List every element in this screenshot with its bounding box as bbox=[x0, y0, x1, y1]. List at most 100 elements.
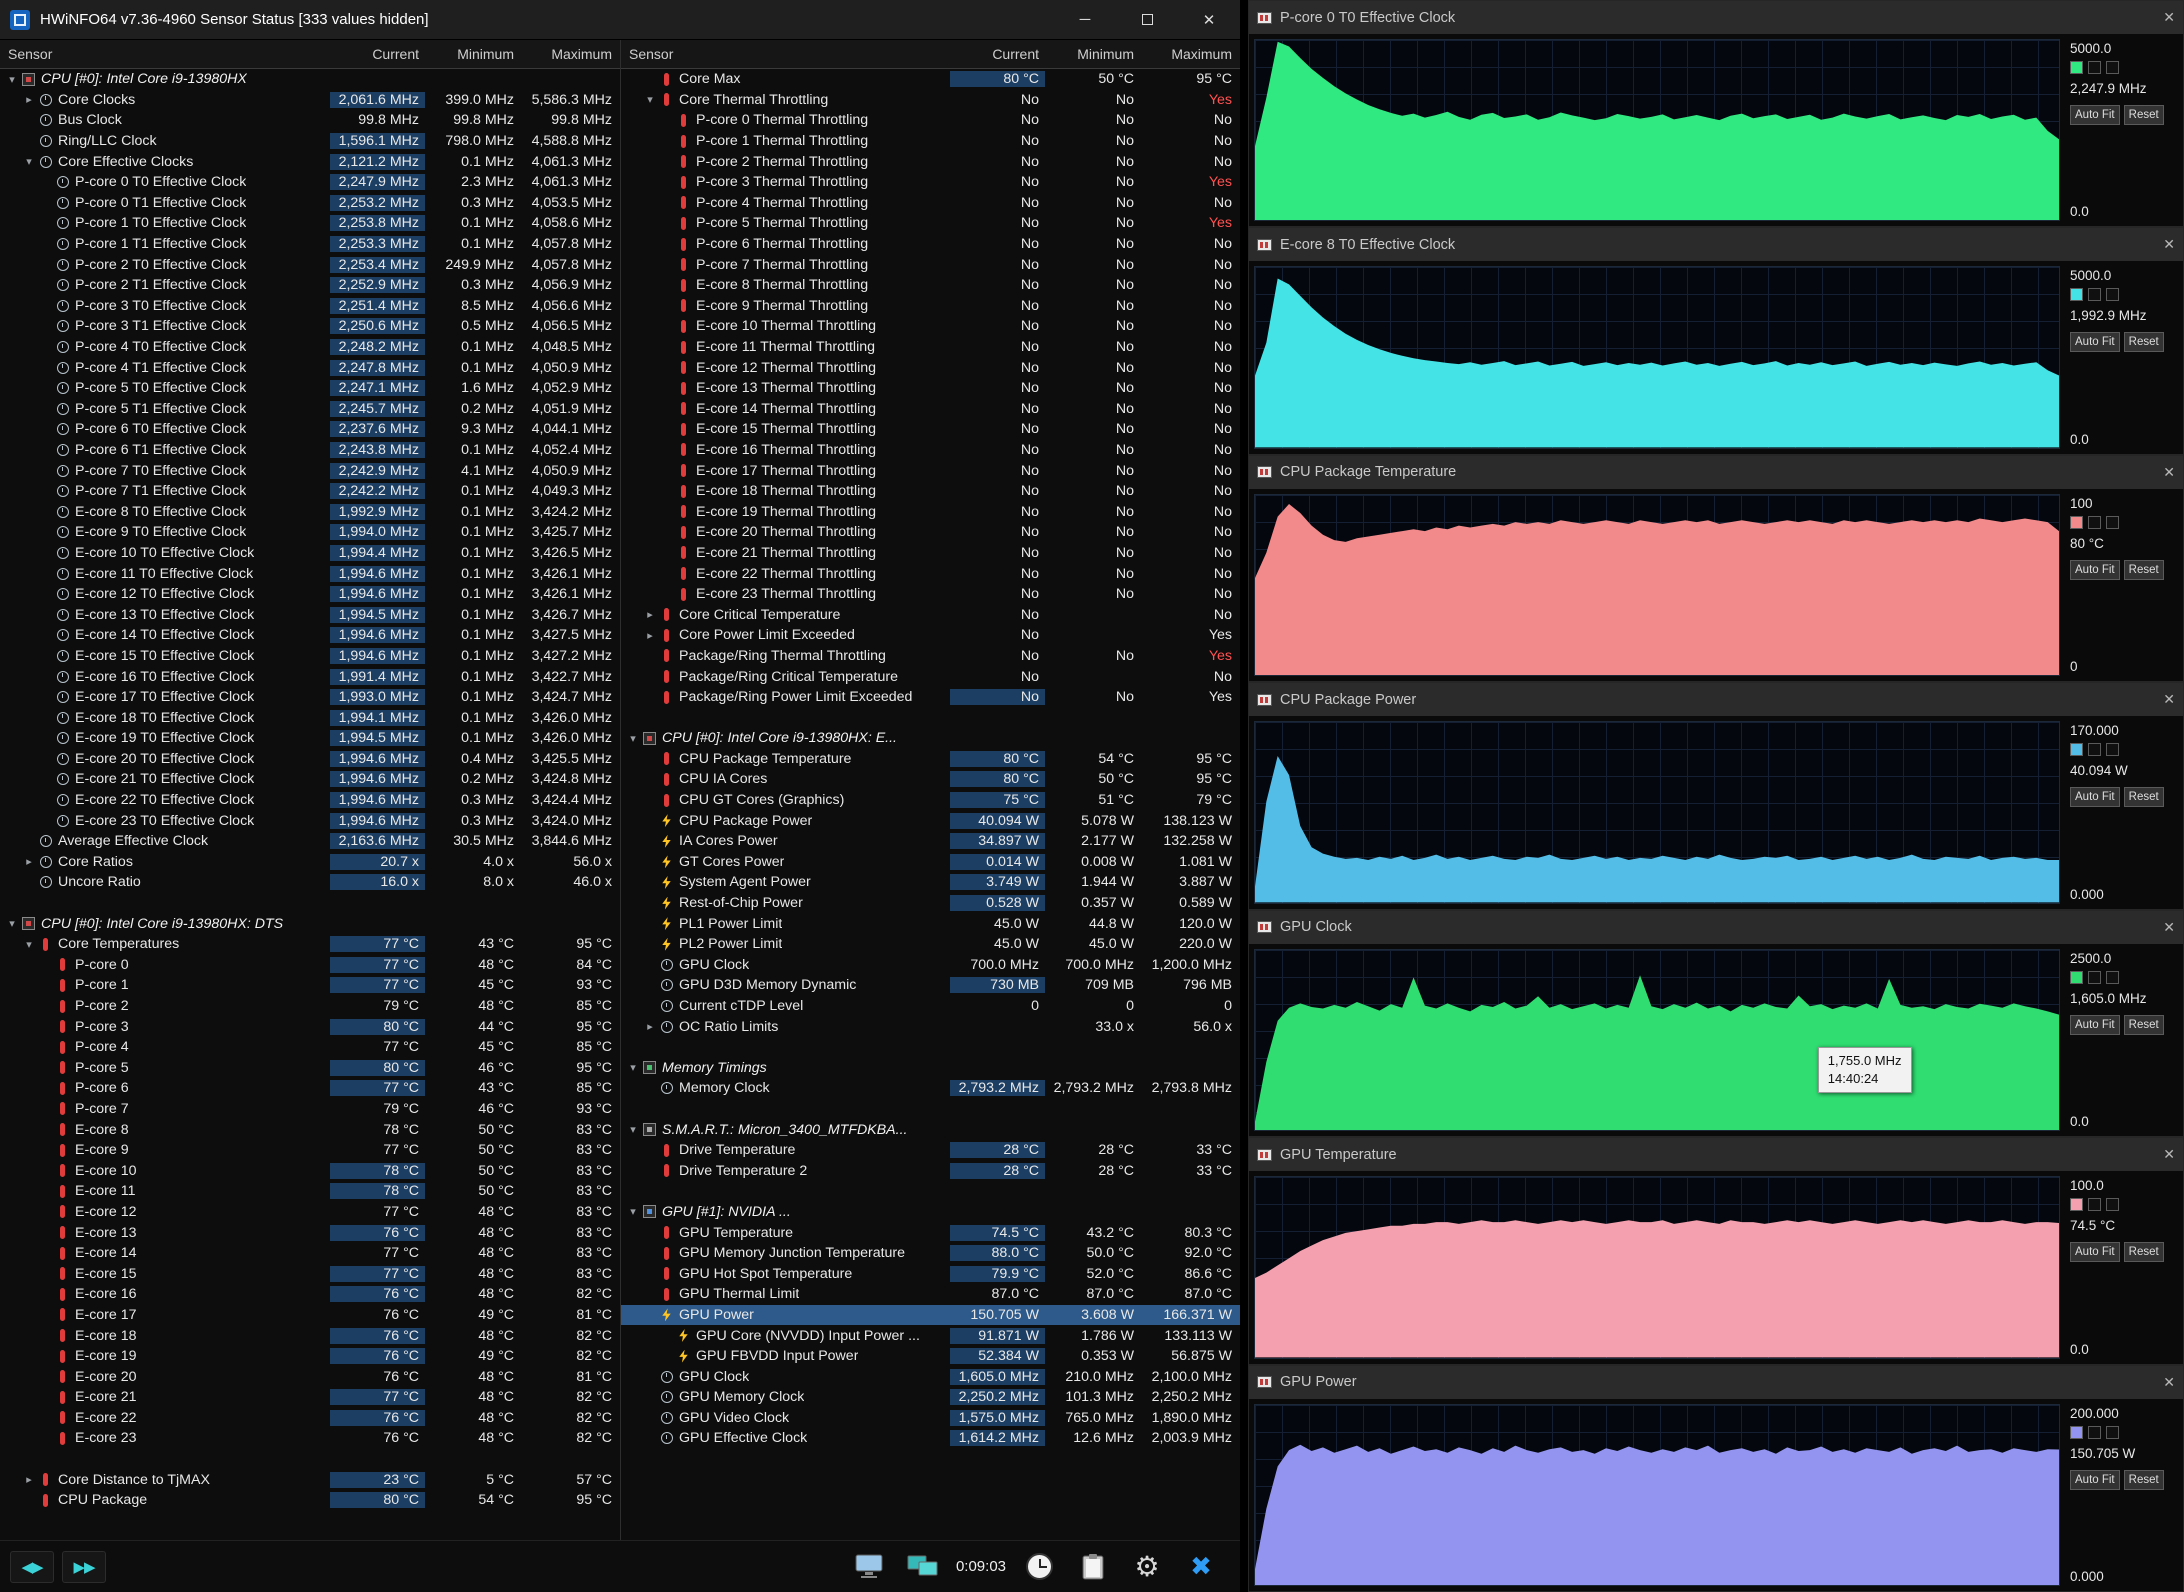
graph-title-bar[interactable]: P-core 0 T0 Effective Clock ✕ bbox=[1249, 1, 2183, 34]
table-row[interactable] bbox=[621, 1181, 1240, 1202]
table-row[interactable]: ▸ Core Power Limit Exceeded No Yes bbox=[621, 625, 1240, 646]
table-row[interactable] bbox=[621, 1099, 1240, 1120]
table-row[interactable]: P-core 3 T0 Effective Clock 2,251.4 MHz 8.… bbox=[0, 296, 620, 317]
table-row[interactable]: P-core 7 T1 Effective Clock 2,242.2 MHz 0.… bbox=[0, 481, 620, 502]
collapse-icon[interactable]: ▾ bbox=[642, 93, 658, 106]
table-row[interactable]: E-core 12 T0 Effective Clock 1,994.6 MHz 0… bbox=[0, 584, 620, 605]
table-row[interactable]: ▾ Core Effective Clocks 2,121.2 MHz 0.1 MHz… bbox=[0, 151, 620, 172]
table-row[interactable]: P-core 1 T1 Effective Clock 2,253.3 MHz 0.… bbox=[0, 234, 620, 255]
table-row[interactable]: Package/Ring Critical Temperature No No bbox=[621, 666, 1240, 687]
table-row[interactable]: E-core 10 T0 Effective Clock 1,994.4 MHz 0… bbox=[0, 543, 620, 564]
settings-button[interactable]: ⚙ bbox=[1126, 1546, 1168, 1588]
table-row[interactable]: ▸ Core Critical Temperature No No bbox=[621, 604, 1240, 625]
table-row[interactable]: P-core 5 T1 Effective Clock 2,245.7 MHz 0.… bbox=[0, 399, 620, 420]
expand-icon[interactable]: ▸ bbox=[642, 1020, 658, 1033]
table-row[interactable]: P-core 1 77 °C 45 °C 93 °C bbox=[0, 975, 620, 996]
table-row[interactable]: E-core 17 76 °C 49 °C 81 °C bbox=[0, 1305, 620, 1326]
table-row[interactable]: GPU Clock 700.0 MHz 700.0 MHz 1,200.0 MHz bbox=[621, 955, 1240, 976]
graph-title-bar[interactable]: E-core 8 T0 Effective Clock ✕ bbox=[1249, 228, 2183, 262]
series-checkbox[interactable] bbox=[2106, 515, 2119, 529]
table-row[interactable]: ▾ Core Temperatures 77 °C 43 °C 95 °C bbox=[0, 934, 620, 955]
table-row[interactable]: CPU GT Cores (Graphics) 75 °C 51 °C 79 °C bbox=[621, 790, 1240, 811]
table-row[interactable]: P-core 1 Thermal Throttling No No No bbox=[621, 131, 1240, 152]
column-header-maximum[interactable]: Maximum bbox=[1140, 46, 1240, 62]
collapse-icon[interactable]: ▾ bbox=[4, 73, 20, 86]
table-row[interactable]: P-core 2 79 °C 48 °C 85 °C bbox=[0, 996, 620, 1017]
report-button[interactable] bbox=[1072, 1546, 1114, 1588]
table-row[interactable]: CPU Package Temperature 80 °C 54 °C 95 °C bbox=[621, 749, 1240, 770]
table-row[interactable]: E-core 9 Thermal Throttling No No No bbox=[621, 296, 1240, 317]
table-row[interactable]: Drive Temperature 28 °C 28 °C 33 °C bbox=[621, 1140, 1240, 1161]
table-row[interactable]: ▸ Core Clocks 2,061.6 MHz 399.0 MHz 5,586.3 … bbox=[0, 90, 620, 111]
table-row[interactable]: E-core 19 76 °C 49 °C 82 °C bbox=[0, 1346, 620, 1367]
table-row[interactable]: GPU D3D Memory Dynamic 730 MB 709 MB 796 MB bbox=[621, 975, 1240, 996]
graph-plot-area[interactable] bbox=[1254, 39, 2060, 222]
series-checkbox[interactable] bbox=[2070, 743, 2083, 757]
table-row[interactable]: E-core 13 76 °C 48 °C 83 °C bbox=[0, 1222, 620, 1243]
exit-button[interactable]: ✖ bbox=[1180, 1546, 1222, 1588]
expand-icon[interactable]: ▸ bbox=[21, 855, 37, 868]
table-row[interactable]: PL1 Power Limit 45.0 W 44.8 W 120.0 W bbox=[621, 913, 1240, 934]
table-row[interactable]: E-core 10 Thermal Throttling No No No bbox=[621, 316, 1240, 337]
table-row[interactable]: P-core 3 T1 Effective Clock 2,250.6 MHz 0.… bbox=[0, 316, 620, 337]
collapse-icon[interactable]: ▾ bbox=[625, 1123, 641, 1136]
table-row[interactable]: P-core 2 T1 Effective Clock 2,252.9 MHz 0.… bbox=[0, 275, 620, 296]
table-row[interactable]: E-core 11 Thermal Throttling No No No bbox=[621, 337, 1240, 358]
table-row[interactable]: GPU Thermal Limit 87.0 °C 87.0 °C 87.0 °C bbox=[621, 1284, 1240, 1305]
table-row[interactable]: E-core 23 Thermal Throttling No No No bbox=[621, 584, 1240, 605]
close-icon[interactable]: ✕ bbox=[2147, 9, 2175, 26]
table-row[interactable]: ▾ S.M.A.R.T.: Micron_3400_MTFDKBA... bbox=[621, 1119, 1240, 1140]
table-row[interactable]: E-core 21 Thermal Throttling No No No bbox=[621, 543, 1240, 564]
series-checkbox[interactable] bbox=[2106, 1425, 2119, 1439]
table-row[interactable]: P-core 3 Thermal Throttling No No Yes bbox=[621, 172, 1240, 193]
table-row[interactable]: P-core 6 T0 Effective Clock 2,237.6 MHz 9.… bbox=[0, 419, 620, 440]
nav-horizontal-button[interactable]: ◀▶ bbox=[10, 1550, 54, 1583]
table-row[interactable]: GPU Video Clock 1,575.0 MHz 765.0 MHz 1,890… bbox=[621, 1408, 1240, 1429]
table-row[interactable]: Drive Temperature 2 28 °C 28 °C 33 °C bbox=[621, 1160, 1240, 1181]
table-row[interactable]: GPU Power 150.705 W 3.608 W 166.371 W bbox=[621, 1304, 1240, 1326]
table-row[interactable]: Memory Clock 2,793.2 MHz 2,793.2 MHz 2,793.… bbox=[621, 1078, 1240, 1099]
expand-icon[interactable]: ▸ bbox=[642, 608, 658, 621]
table-row[interactable]: ▸ Core Ratios 20.7 x 4.0 x 56.0 x bbox=[0, 852, 620, 873]
collapse-icon[interactable]: ▾ bbox=[4, 917, 20, 930]
auto-fit-button[interactable]: Auto Fit bbox=[2070, 1242, 2120, 1263]
table-row[interactable]: P-core 7 79 °C 46 °C 93 °C bbox=[0, 1099, 620, 1120]
close-icon[interactable]: ✕ bbox=[2147, 691, 2175, 708]
table-row[interactable]: Package/Ring Power Limit Exceeded No No Yes bbox=[621, 687, 1240, 708]
table-row[interactable]: E-core 17 T0 Effective Clock 1,993.0 MHz 0… bbox=[0, 687, 620, 708]
table-row[interactable]: E-core 10 78 °C 50 °C 83 °C bbox=[0, 1160, 620, 1181]
auto-fit-button[interactable]: Auto Fit bbox=[2070, 1469, 2120, 1490]
series-checkbox[interactable] bbox=[2088, 1198, 2101, 1212]
table-row[interactable]: E-core 13 T0 Effective Clock 1,994.5 MHz 0… bbox=[0, 604, 620, 625]
table-row[interactable]: Current cTDP Level 0 0 0 bbox=[621, 996, 1240, 1017]
table-row[interactable]: E-core 12 77 °C 48 °C 83 °C bbox=[0, 1202, 620, 1223]
table-row[interactable]: E-core 14 77 °C 48 °C 83 °C bbox=[0, 1243, 620, 1264]
table-row[interactable]: E-core 16 Thermal Throttling No No No bbox=[621, 440, 1240, 461]
table-row[interactable]: P-core 4 Thermal Throttling No No No bbox=[621, 193, 1240, 214]
column-header-maximum[interactable]: Maximum bbox=[520, 46, 620, 62]
reset-button[interactable]: Reset bbox=[2123, 1242, 2164, 1263]
table-row[interactable]: E-core 9 T0 Effective Clock 1,994.0 MHz 0.… bbox=[0, 522, 620, 543]
auto-fit-button[interactable]: Auto Fit bbox=[2070, 787, 2120, 808]
table-row[interactable]: E-core 18 T0 Effective Clock 1,994.1 MHz 0… bbox=[0, 707, 620, 728]
table-row[interactable] bbox=[0, 893, 620, 914]
clock-button[interactable] bbox=[1018, 1546, 1060, 1588]
computer-button[interactable] bbox=[848, 1546, 890, 1588]
auto-fit-button[interactable]: Auto Fit bbox=[2070, 332, 2120, 353]
series-checkbox[interactable] bbox=[2070, 61, 2083, 74]
graph-plot-area[interactable] bbox=[1254, 1176, 2060, 1359]
table-row[interactable]: E-core 11 78 °C 50 °C 83 °C bbox=[0, 1181, 620, 1202]
graph-plot-area[interactable] bbox=[1254, 721, 2060, 904]
table-row[interactable]: Ring/LLC Clock 1,596.1 MHz 798.0 MHz 4,588.… bbox=[0, 131, 620, 152]
graph-title-bar[interactable]: GPU Clock ✕ bbox=[1249, 910, 2183, 944]
auto-fit-button[interactable]: Auto Fit bbox=[2070, 105, 2120, 125]
column-header-sensor[interactable]: Sensor bbox=[0, 46, 330, 62]
table-row[interactable]: E-core 16 76 °C 48 °C 82 °C bbox=[0, 1284, 620, 1305]
table-row[interactable]: P-core 4 T0 Effective Clock 2,248.2 MHz 0.… bbox=[0, 337, 620, 358]
table-row[interactable]: E-core 16 T0 Effective Clock 1,991.4 MHz 0… bbox=[0, 666, 620, 687]
table-row[interactable]: GPU Core (NVVDD) Input Power ... 91.871 W… bbox=[621, 1325, 1240, 1346]
table-row[interactable]: GPU Memory Clock 2,250.2 MHz 101.3 MHz 2,25… bbox=[621, 1387, 1240, 1408]
column-header-sensor[interactable]: Sensor bbox=[621, 46, 950, 62]
table-row[interactable]: P-core 3 80 °C 44 °C 95 °C bbox=[0, 1016, 620, 1037]
table-row[interactable]: P-core 6 Thermal Throttling No No No bbox=[621, 234, 1240, 255]
